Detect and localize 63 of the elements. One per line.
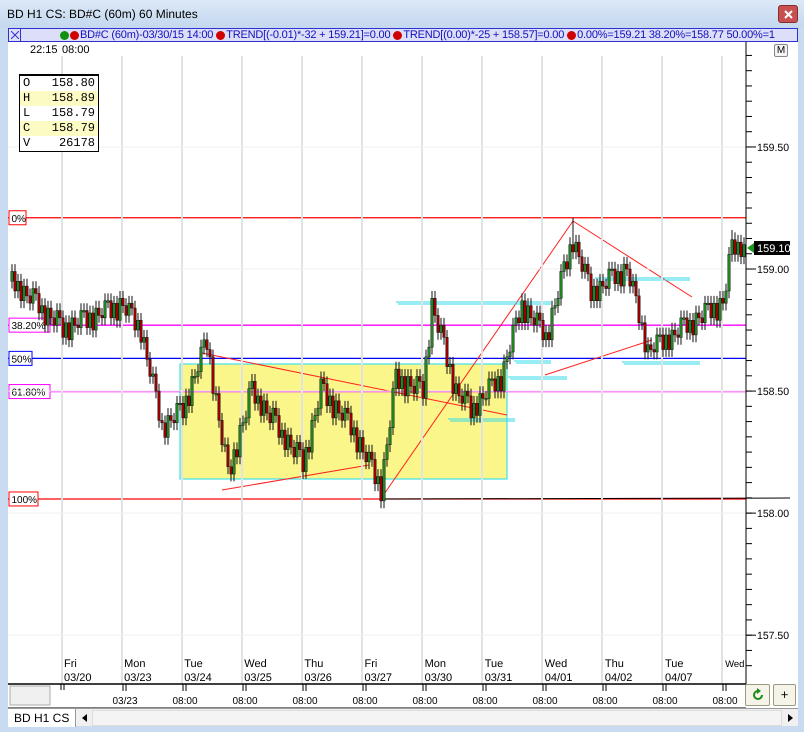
time-axis-label: 08:00 — [412, 696, 438, 707]
day-label: Mon — [124, 658, 146, 670]
date-label: 03/20 — [64, 672, 92, 684]
sheet-tab[interactable]: BD H1 CS — [8, 708, 76, 726]
time-axis-label: 08:00 — [712, 696, 738, 707]
ohlc-label: V — [23, 136, 30, 151]
legend-text: BD#C (60m)-03/30/15 14:00 — [80, 29, 214, 41]
day-label: Fri — [64, 658, 77, 670]
day-label: Wed — [544, 658, 568, 670]
time-axis-label: 08:00 — [232, 696, 258, 707]
price-axis-label: 157.50 — [757, 630, 790, 642]
time-axis-label: 08:00 — [172, 696, 198, 707]
time-axis-label: 08:00 — [592, 696, 618, 707]
day-label: Tue — [665, 658, 684, 670]
m-button[interactable]: M — [774, 44, 788, 57]
ohlc-label: C — [23, 121, 30, 136]
time-header-label: 22:15 — [30, 44, 58, 56]
date-label: 03/23 — [124, 672, 152, 684]
ohlc-value: 158.89 — [52, 91, 95, 106]
window-title: BD H1 CS: BD#C (60m) 60 Minutes — [7, 6, 198, 23]
date-label: 04/01 — [544, 672, 572, 684]
day-label: Tue — [484, 658, 504, 670]
day-label: Mon — [424, 658, 446, 670]
price-axis-label: 158.00 — [757, 508, 790, 520]
day-label: Thu — [304, 658, 324, 670]
ohlc-label: H — [23, 91, 30, 106]
legend-text: TREND[(0.00)*-25 + 158.57]=0.00 — [403, 29, 564, 41]
time-axis-label: 08:00 — [532, 696, 558, 707]
date-label: 03/31 — [484, 672, 512, 684]
legend-text: 0.00%=159.21 38.20%=158.77 50.00%=1 — [577, 29, 775, 41]
date-label: 04/02 — [604, 672, 632, 684]
price-axis-label: 158.50 — [757, 386, 790, 398]
legend-text: TREND[(-0.01)*-32 + 159.21]=0.00 — [226, 29, 390, 41]
time-axis-label: 08:00 — [352, 696, 378, 707]
day-label: Fri — [364, 658, 378, 670]
date-label: 03/26 — [304, 672, 332, 684]
fibonacci-level-label: 38.20% — [8, 318, 50, 333]
date-label: 04/07 — [665, 672, 693, 684]
date-label: 03/25 — [244, 672, 272, 684]
ohlc-value: 158.80 — [52, 76, 95, 91]
ohlc-value: 158.79 — [52, 106, 95, 121]
price-axis-label: 159.00 — [757, 264, 790, 276]
ohlc-value: 26178 — [58, 136, 95, 151]
time-axis-label: 03/23 — [112, 696, 138, 707]
day-label: Tue — [184, 658, 203, 670]
ohlc-label: L — [23, 106, 30, 121]
time-axis-label: 08:00 — [292, 696, 318, 707]
fibonacci-level-label: 0% — [8, 210, 26, 226]
day-label: Wed — [725, 659, 744, 670]
date-label: 03/30 — [424, 672, 452, 684]
day-label: Wed — [244, 658, 267, 670]
date-label: 03/27 — [364, 672, 392, 684]
time-axis-label: 08:00 — [472, 696, 498, 707]
time-axis-label: 08:00 — [652, 696, 678, 707]
ohlc-value: 158.79 — [52, 121, 95, 136]
add-button[interactable]: + — [773, 684, 796, 706]
day-label: Thu — [604, 658, 624, 670]
time-header-label: 08:00 — [62, 44, 90, 56]
fibonacci-level-label: 50% — [8, 350, 32, 366]
date-label: 03/24 — [184, 672, 212, 684]
price-axis-label: 159.50 — [757, 142, 790, 154]
ohlc-label: O — [23, 76, 30, 91]
fibonacci-level-label: 100% — [8, 491, 38, 506]
